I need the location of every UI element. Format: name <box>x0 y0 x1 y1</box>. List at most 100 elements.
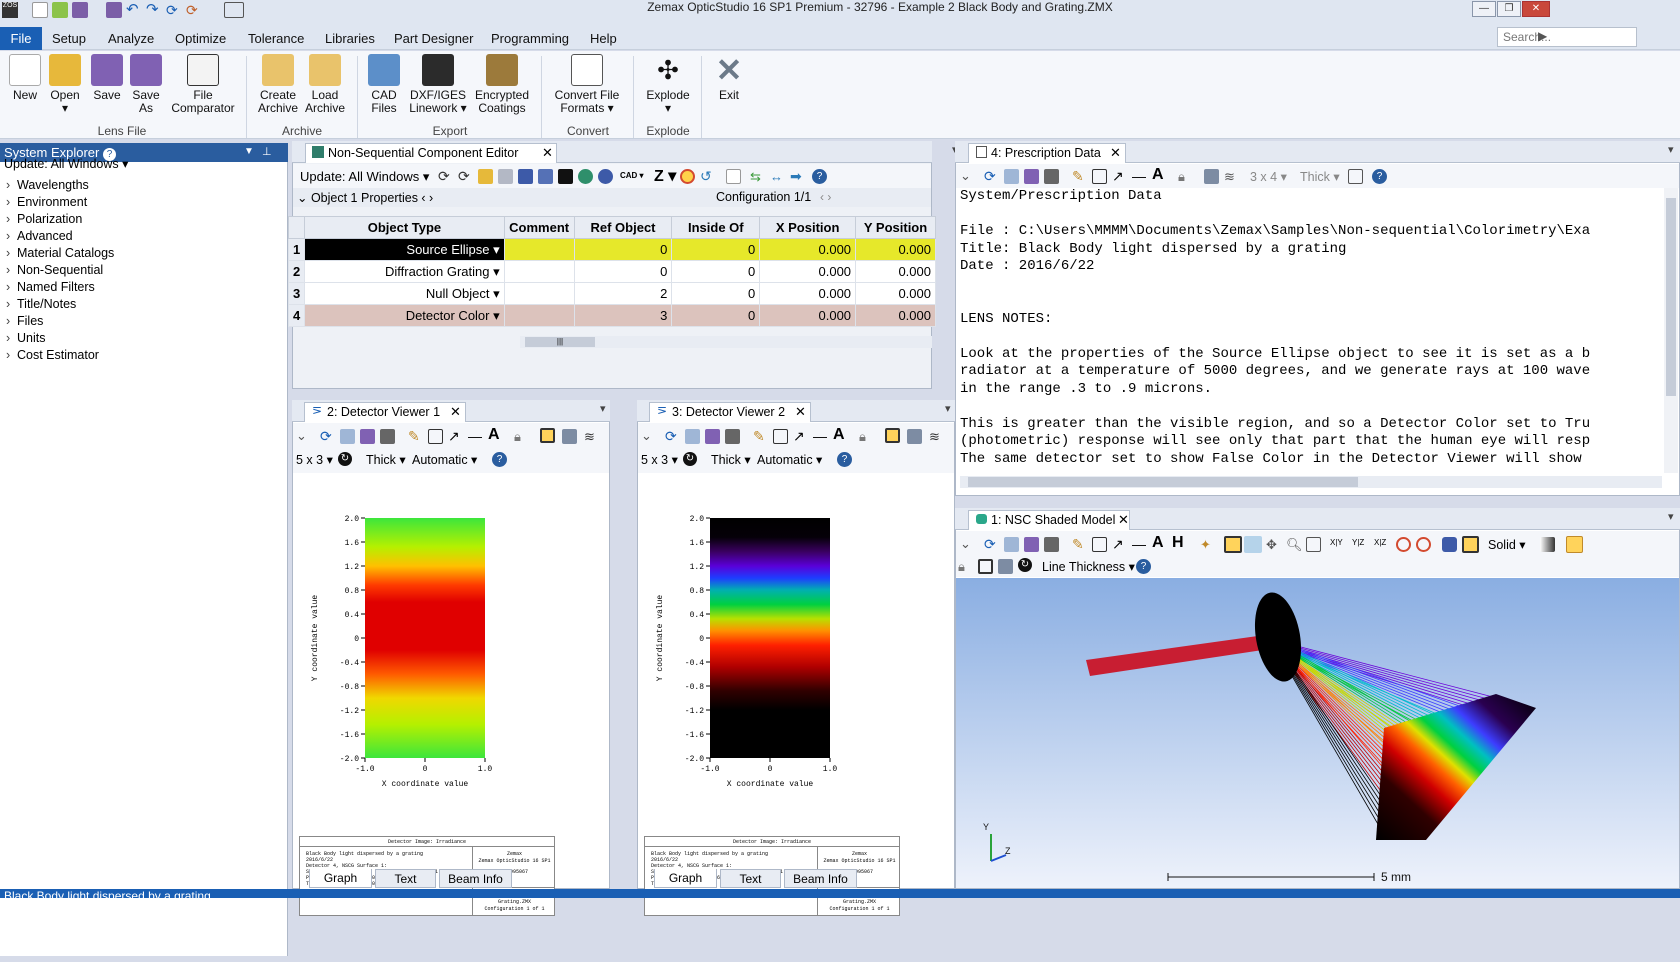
reset-icon[interactable]: ↻ <box>683 452 697 466</box>
expand-toggle-icon[interactable]: ⌄ <box>960 168 971 184</box>
explorer-item-named-filters[interactable]: Named Filters <box>6 279 95 296</box>
grid-size-dropdown[interactable]: 5 x 3 ▾ <box>296 452 333 467</box>
close-icon[interactable]: ✕ <box>1118 512 1129 528</box>
undo-icon[interactable]: ↶ <box>126 2 142 18</box>
grid-icon[interactable] <box>558 169 573 184</box>
table-row[interactable]: 1 Source Ellipse ▾ 0 0 0.000 0.000 <box>287 238 936 261</box>
copy-icon[interactable] <box>685 429 700 444</box>
scrollbar-thumb[interactable] <box>1666 198 1676 396</box>
tab-graph[interactable]: Graph <box>309 869 372 888</box>
save-icon[interactable] <box>1024 537 1039 552</box>
lock-icon[interactable]: 🔒︎ <box>514 429 529 444</box>
shading-icon[interactable] <box>1442 537 1457 552</box>
no-rays-icon[interactable] <box>1416 537 1431 552</box>
refresh-icon[interactable]: ⟳ <box>438 169 453 184</box>
explode-button[interactable]: ✣ Explode ▾ <box>641 54 695 126</box>
panel-menu-icon[interactable]: ▾ <box>1668 143 1674 156</box>
x-position-cell[interactable]: 0.000 <box>759 282 857 305</box>
inside-of-cell[interactable]: 0 <box>671 282 761 305</box>
menu-optimize[interactable]: Optimize <box>175 30 226 48</box>
convert-file-formats-button[interactable]: Convert File Formats ▾ <box>550 54 624 126</box>
redo-icon[interactable]: ↷ <box>146 2 162 18</box>
grid-size-dropdown[interactable]: 3 x 4 ▾ <box>1250 169 1287 184</box>
explorer-item-polarization[interactable]: Polarization <box>6 211 82 228</box>
file-comparator-button[interactable]: File Comparator <box>168 54 238 126</box>
save-icon[interactable] <box>705 429 720 444</box>
tab-detector-viewer-2[interactable]: 3: Detector Viewer 2 <box>649 402 811 422</box>
fit-icon[interactable] <box>978 559 993 574</box>
inside-of-cell[interactable]: 0 <box>671 260 761 283</box>
row-number[interactable]: 3 <box>287 282 306 305</box>
refresh-all-icon[interactable]: ⟳ <box>458 169 473 184</box>
lock-icon[interactable]: 🔒︎ <box>859 429 874 444</box>
tab-nsc-editor[interactable]: Non-Sequential Component Editor <box>305 143 557 163</box>
zoom-window-icon[interactable] <box>1306 537 1321 552</box>
pin-icon[interactable]: ⊥ <box>262 145 272 158</box>
lock-icon[interactable]: 🔒︎ <box>958 559 973 574</box>
panel-menu-icon[interactable]: ▾ <box>1668 510 1674 523</box>
object-type-cell[interactable]: Detector Color ▾ <box>304 304 505 327</box>
explorer-item-units[interactable]: Units <box>6 330 45 347</box>
tab-beam-info[interactable]: Beam Info <box>784 869 857 888</box>
refresh-icon[interactable]: ⟳ <box>320 429 335 444</box>
update-icon[interactable]: ⟳ <box>166 2 182 18</box>
menu-file[interactable]: File <box>0 27 42 50</box>
menu-setup[interactable]: Setup <box>52 30 86 48</box>
expand-toggle-icon[interactable]: ⌄ <box>960 536 971 552</box>
copy-icon[interactable] <box>340 429 355 444</box>
refresh-icon[interactable]: ⟳ <box>984 537 999 552</box>
refresh-icon[interactable]: ⟳ <box>665 429 680 444</box>
close-icon[interactable]: ✕ <box>1110 145 1121 161</box>
zoom-icon[interactable]: 🔍︎ <box>1286 537 1303 552</box>
object-type-cell[interactable]: Source Ellipse ▾ <box>304 238 505 261</box>
save-as-icon[interactable] <box>106 2 122 18</box>
automatic-dropdown[interactable]: Automatic ▾ <box>412 452 477 467</box>
column-header[interactable]: Object Type <box>304 216 505 239</box>
print-icon[interactable] <box>1044 537 1059 552</box>
layers-icon[interactable]: ≋ <box>1224 169 1239 184</box>
y-position-cell[interactable]: 0.000 <box>855 260 936 283</box>
reset-icon[interactable]: ↻ <box>338 452 352 466</box>
object-type-cell[interactable]: Null Object ▾ <box>304 282 505 305</box>
exit-button[interactable]: ✕ Exit <box>708 54 750 126</box>
tab-beam-info[interactable]: Beam Info <box>439 869 512 888</box>
window-icon[interactable] <box>1204 169 1219 184</box>
layers-icon[interactable]: ≋ <box>929 429 944 444</box>
help-icon[interactable]: ? <box>492 452 507 467</box>
panel-menu-icon[interactable]: ▾ <box>945 402 951 415</box>
open-button[interactable]: Open ▾ <box>46 54 84 126</box>
explorer-update-dropdown[interactable]: Update: All Windows ▾ <box>4 156 128 171</box>
restore-button[interactable]: ❐ <box>1497 1 1521 17</box>
swap-icon[interactable]: ⇆ <box>750 169 765 184</box>
print-icon[interactable] <box>725 429 740 444</box>
pencil-icon[interactable]: ✎ <box>753 429 768 444</box>
rotate-view-icon[interactable] <box>1244 536 1262 553</box>
encrypted-coatings-button[interactable]: Encrypted Coatings <box>472 54 532 126</box>
cad-dropdown-icon[interactable]: CAD ▾ <box>620 171 644 180</box>
line-icon[interactable]: ↗ <box>1112 169 1127 184</box>
column-header[interactable]: X Position <box>759 216 857 239</box>
view-yz-button[interactable]: Y|Z <box>1352 538 1364 547</box>
hline-icon[interactable]: — <box>813 429 828 444</box>
stop-icon[interactable] <box>680 169 695 184</box>
ref-object-cell[interactable]: 0 <box>573 238 673 261</box>
hline-icon[interactable]: — <box>468 429 483 444</box>
inside-of-cell[interactable]: 0 <box>671 238 761 261</box>
comment-cell[interactable] <box>503 282 575 305</box>
grid-size-dropdown[interactable]: 5 x 3 ▾ <box>641 452 678 467</box>
ray-trace-icon[interactable] <box>578 169 593 184</box>
pan-icon[interactable]: ✥ <box>1266 537 1281 552</box>
help-icon[interactable]: ? <box>1136 559 1151 574</box>
thick-dropdown[interactable]: Thick ▾ <box>1300 169 1340 184</box>
layers-icon[interactable]: ≋ <box>584 429 599 444</box>
load-archive-button[interactable]: Load Archive <box>302 54 348 126</box>
object-icon[interactable] <box>498 169 513 184</box>
view-xy-button[interactable]: X|Y <box>1330 538 1343 547</box>
object-type-cell[interactable]: Diffraction Grating ▾ <box>304 260 505 283</box>
axis-view-icon[interactable] <box>1224 536 1242 553</box>
print-icon[interactable] <box>380 429 395 444</box>
x-position-cell[interactable]: 0.000 <box>759 238 857 261</box>
thick-dropdown[interactable]: Thick ▾ <box>711 452 751 467</box>
light-source-icon[interactable]: ✦ <box>1200 537 1215 552</box>
rectangle-icon[interactable] <box>1092 537 1107 552</box>
